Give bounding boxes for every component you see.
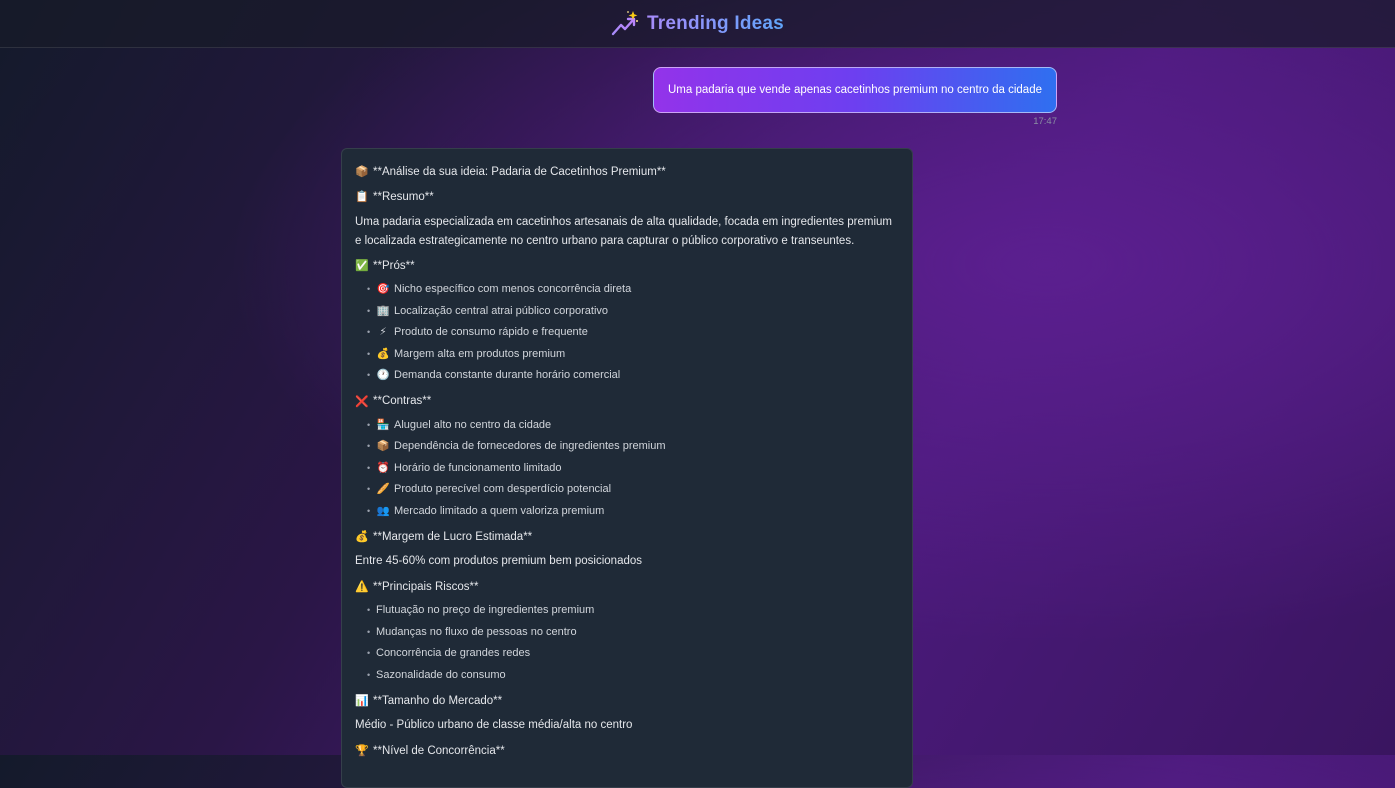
market-heading: 📊 **Tamanho do Mercado**: [355, 692, 900, 709]
margin-heading-text: **Margem de Lucro Estimada**: [373, 530, 533, 543]
list-item: • ⚡ Produto de consumo rápido e frequente: [367, 322, 900, 344]
list-item: • Flutuação no preço de ingredientes prem…: [367, 600, 900, 622]
list-item: • 🥖 Produto perecível com desperdício pote…: [367, 479, 900, 501]
competition-heading: 🏆 **Nível de Concorrência**: [355, 742, 900, 759]
cons-list: • 🏪 Aluguel alto no centro da cidade • 📦 Dep…: [355, 415, 900, 523]
list-item-text: Concorrência de grandes redes: [376, 647, 531, 660]
brand[interactable]: Trending Ideas: [611, 10, 784, 38]
cons-heading-text: **Contras**: [373, 395, 432, 407]
list-item: • Mudanças no fluxo de pessoas no centro: [367, 622, 900, 644]
trophy-icon: 🏆: [355, 745, 369, 757]
app-title: Trending Ideas: [647, 12, 784, 34]
baguette-icon: 🥖: [376, 483, 390, 496]
package-icon: 📦: [355, 166, 369, 178]
clock-icon: 🕐: [376, 369, 390, 382]
list-item-text: Mudanças no fluxo de pessoas no centro: [376, 625, 577, 638]
warning-icon: ⚠️: [355, 581, 369, 593]
list-item: • Concorrência de grandes redes: [367, 643, 900, 665]
list-item-text: Localização central atrai público corpor…: [394, 304, 609, 317]
list-item-text: Margem alta em produtos premium: [394, 347, 566, 360]
risks-list: • Flutuação no preço de ingredientes prem…: [355, 600, 900, 686]
summary-text: Uma padaria especializada em cacetinhos …: [355, 216, 892, 247]
list-item-text: Flutuação no preço de ingredientes premi…: [376, 604, 595, 617]
risks-heading: ⚠️ **Principais Riscos**: [355, 578, 900, 595]
list-item-text: Mercado limitado a quem valoriza premium: [394, 504, 605, 517]
office-building-icon: 🏢: [376, 304, 390, 317]
market-text: Médio - Público urbano de classe média/a…: [355, 719, 633, 731]
list-item: • Sazonalidade do consumo: [367, 665, 900, 687]
list-item-text: Horário de funcionamento limitado: [394, 461, 562, 474]
list-item: • 🎯 Nicho específico com menos concorrênci…: [367, 279, 900, 301]
list-item-text: Dependência de fornecedores de ingredien…: [394, 440, 666, 453]
list-item: • 📦 Dependência de fornecedores de ingredi…: [367, 436, 900, 458]
cross-mark-icon: ❌: [355, 395, 369, 408]
analysis-title-text: **Análise da sua ideia: Padaria de Cacet…: [373, 165, 666, 178]
list-item-text: Aluguel alto no centro da cidade: [394, 418, 552, 431]
margin-heading: 💰 **Margem de Lucro Estimada**: [355, 528, 900, 545]
user-message-bubble: Uma padaria que vende apenas cacetinhos …: [653, 67, 1057, 113]
list-item-text: Nicho específico com menos concorrência …: [394, 283, 632, 296]
message-timestamp: 17:47: [1033, 116, 1057, 127]
list-item-text: Produto perecível com desperdício potenc…: [394, 483, 612, 496]
list-item: • 🕐 Demanda constante durante horário come…: [367, 365, 900, 387]
cons-heading: ❌ **Contras**: [355, 393, 900, 410]
pros-heading: ✅ **Prós**: [355, 257, 900, 274]
list-item: • 💰 Margem alta em produtos premium: [367, 344, 900, 366]
clipboard-icon: 📋: [355, 191, 369, 203]
pros-heading-text: **Prós**: [373, 259, 415, 272]
money-bag-icon: 💰: [355, 531, 369, 543]
list-item: • 🏪 Aluguel alto no centro da cidade: [367, 415, 900, 437]
target-icon: 🎯: [376, 283, 390, 296]
alarm-clock-icon: ⏰: [376, 461, 390, 474]
bar-chart-icon: 📊: [355, 695, 369, 707]
check-mark-icon: ✅: [355, 260, 369, 272]
pros-list: • 🎯 Nicho específico com menos concorrênci…: [355, 279, 900, 387]
list-item-text: Produto de consumo rápido e frequente: [394, 326, 588, 339]
money-bag-icon: 💰: [376, 347, 390, 360]
list-item-text: Sazonalidade do consumo: [376, 668, 506, 681]
summary-heading-text: **Resumo**: [373, 190, 434, 203]
list-item: • 🏢 Localização central atrai público corp…: [367, 301, 900, 323]
list-item: • 👥 Mercado limitado a quem valoriza premi…: [367, 501, 900, 523]
ai-response-card: 📦 **Análise da sua ideia: Padaria de Cac…: [341, 148, 913, 788]
store-icon: 🏪: [376, 418, 390, 431]
list-item-text: Demanda constante durante horário comerc…: [394, 369, 621, 382]
user-message-text: Uma padaria que vende apenas cacetinhos …: [668, 84, 1042, 96]
lightning-icon: ⚡: [379, 326, 387, 339]
top-bar: Trending Ideas: [0, 0, 1395, 48]
analysis-title: 📦 **Análise da sua ideia: Padaria de Cac…: [355, 163, 900, 180]
people-icon: 👥: [376, 504, 390, 517]
risks-heading-text: **Principais Riscos**: [373, 580, 479, 593]
summary-heading: 📋 **Resumo**: [355, 188, 900, 205]
trending-up-sparkle-icon: [611, 10, 639, 35]
package-icon: 📦: [376, 440, 390, 453]
margin-text: Entre 45-60% com produtos premium bem po…: [355, 555, 643, 567]
market-heading-text: **Tamanho do Mercado**: [373, 694, 503, 707]
list-item: • ⏰ Horário de funcionamento limitado: [367, 458, 900, 480]
